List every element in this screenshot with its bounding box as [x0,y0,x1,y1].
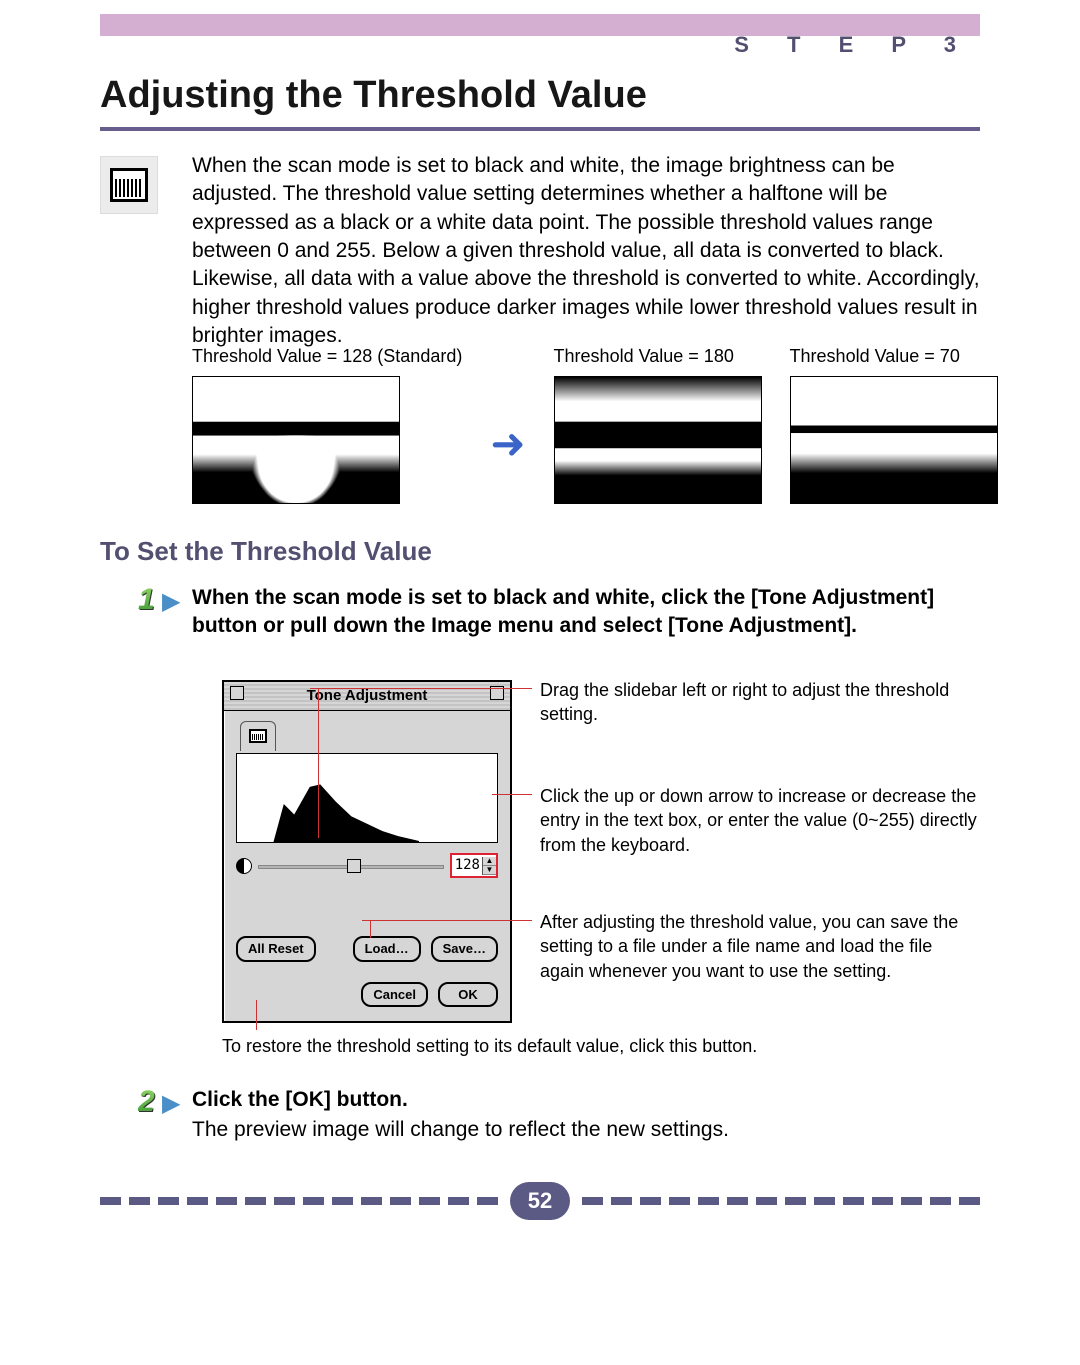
page-footer: 52 [100,1182,980,1220]
threshold-tab[interactable] [240,721,276,751]
cancel-button[interactable]: Cancel [361,982,428,1008]
threshold-icon [100,156,158,214]
callout-spinner: Click the up or down arrow to increase o… [540,784,980,857]
value-spinner[interactable]: ▲ ▼ [482,857,496,875]
step-1-text: When the scan mode is set to black and w… [192,584,980,641]
threshold-value[interactable]: 128 [452,855,482,876]
step-2-text: The preview image will change to reflect… [192,1116,980,1144]
close-icon[interactable] [230,686,244,700]
callout-save: After adjusting the threshold value, you… [540,910,980,983]
save-button[interactable]: Save… [431,936,498,962]
intro-paragraph: When the scan mode is set to black and w… [192,152,980,350]
histogram-icon [249,729,267,743]
step-arrow-icon: ▶ [162,1088,180,1120]
load-button[interactable]: Load… [353,936,421,962]
contrast-icon [236,858,252,874]
example-128: Threshold Value = 128 (Standard) [192,344,462,504]
example-image [192,376,400,504]
step-1-number: 1 [138,580,155,621]
page-title: Adjusting the Threshold Value [100,70,980,131]
dialog-screenshot: Tone Adjustment 128 ▲ ▼ [222,680,512,1023]
histogram-display [236,753,498,843]
ok-button[interactable]: OK [438,982,498,1008]
example-180: Threshold Value = 180 [554,344,762,504]
callout-slider: Drag the slidebar left or right to adjus… [540,678,980,727]
callout-line [256,1000,257,1030]
slider-thumb[interactable] [347,859,361,873]
step-2-number: 2 [138,1082,155,1123]
spinner-down-icon[interactable]: ▼ [483,866,496,875]
example-label: Threshold Value = 128 (Standard) [192,344,462,368]
dialog-title-text: Tone Adjustment [307,687,428,704]
arrow-right-icon: ➜ [490,416,525,473]
example-label: Threshold Value = 70 [790,344,998,368]
callout-reset: To restore the threshold setting to its … [222,1034,980,1058]
section-subtitle: To Set the Threshold Value [100,534,432,569]
dialog-titlebar: Tone Adjustment [224,682,510,711]
example-image [554,376,762,504]
step-arrow-icon: ▶ [162,586,180,618]
example-70: Threshold Value = 70 [790,344,998,504]
step-2-heading: Click the [OK] button. [192,1086,408,1114]
step-label: S T E P 3 [734,30,972,60]
page-number: 52 [510,1182,570,1220]
example-image [790,376,998,504]
threshold-value-field[interactable]: 128 ▲ ▼ [450,853,498,878]
example-row: Threshold Value = 128 (Standard) ➜ Thres… [192,344,980,504]
all-reset-button[interactable]: All Reset [236,936,316,962]
threshold-slider[interactable] [258,858,444,874]
example-label: Threshold Value = 180 [554,344,762,368]
